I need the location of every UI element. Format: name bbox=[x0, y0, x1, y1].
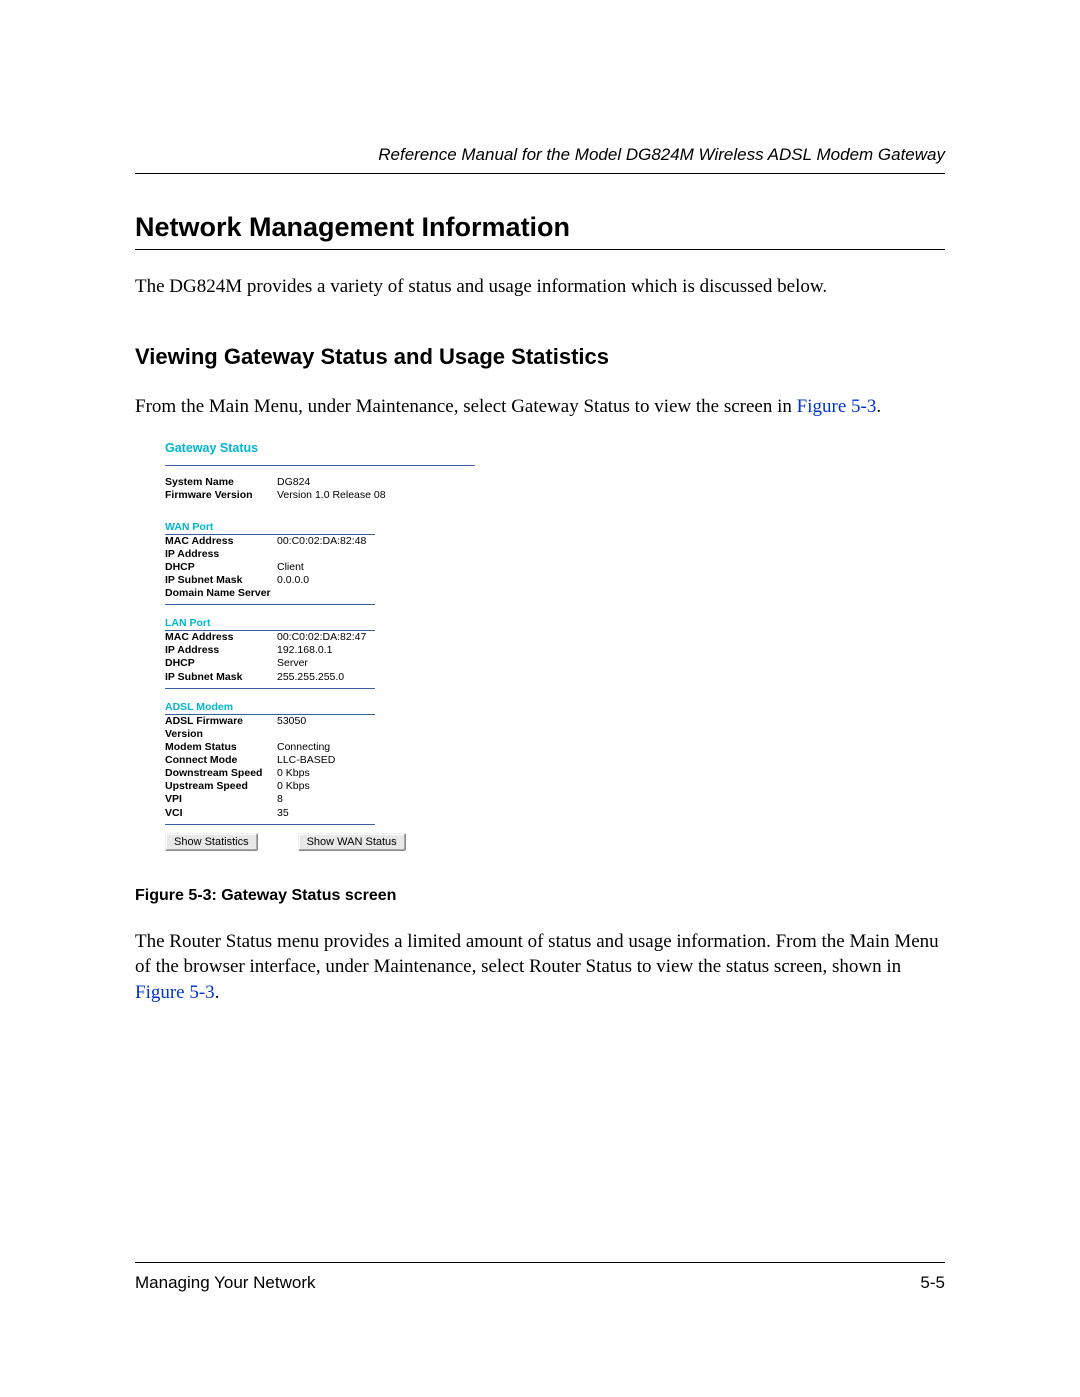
footer-page-number: 5-5 bbox=[920, 1273, 945, 1293]
value-modem-status: Connecting bbox=[277, 741, 475, 754]
value-lan-mac: 00:C0:02:DA:82:47 bbox=[277, 631, 475, 644]
text: . bbox=[215, 982, 220, 1003]
label-system-name: System Name bbox=[165, 476, 277, 489]
intro-paragraph: The DG824M provides a variety of status … bbox=[135, 274, 945, 300]
label-adsl-fw: ADSL Firmware Version bbox=[165, 715, 277, 741]
label-lan-dhcp: DHCP bbox=[165, 657, 277, 670]
value-wan-ip bbox=[277, 548, 475, 561]
label-wan-mask: IP Subnet Mask bbox=[165, 574, 277, 587]
figure-caption: Figure 5-3: Gateway Status screen bbox=[135, 887, 945, 905]
gateway-status-screenshot: Gateway Status System NameDG824 Firmware… bbox=[165, 441, 475, 850]
text: From the Main Menu, under Maintenance, s… bbox=[135, 396, 797, 417]
adsl-modem-heading: ADSL Modem bbox=[165, 701, 375, 715]
show-wan-status-button[interactable]: Show WAN Status bbox=[298, 833, 406, 851]
value-lan-ip: 192.168.0.1 bbox=[277, 644, 475, 657]
figure-reference-link[interactable]: Figure 5-3 bbox=[797, 396, 877, 417]
value-connect-mode: LLC-BASED bbox=[277, 754, 475, 767]
value-adsl-fw: 53050 bbox=[277, 715, 475, 741]
divider bbox=[165, 604, 375, 605]
value-vpi: 8 bbox=[277, 793, 475, 806]
label-lan-mac: MAC Address bbox=[165, 631, 277, 644]
value-downstream: 0 Kbps bbox=[277, 767, 475, 780]
label-wan-mac: MAC Address bbox=[165, 535, 277, 548]
show-statistics-button[interactable]: Show Statistics bbox=[165, 833, 258, 851]
label-vci: VCI bbox=[165, 807, 277, 820]
label-downstream: Downstream Speed bbox=[165, 767, 277, 780]
value-system-name: DG824 bbox=[277, 476, 475, 489]
figure-reference-link[interactable]: Figure 5-3 bbox=[135, 982, 215, 1003]
label-connect-mode: Connect Mode bbox=[165, 754, 277, 767]
text: . bbox=[876, 396, 881, 417]
wan-port-heading: WAN Port bbox=[165, 521, 375, 535]
value-lan-dhcp: Server bbox=[277, 657, 475, 670]
text: The Router Status menu provides a limite… bbox=[135, 931, 939, 978]
label-lan-ip: IP Address bbox=[165, 644, 277, 657]
running-header: Reference Manual for the Model DG824M Wi… bbox=[135, 145, 945, 174]
paragraph: The Router Status menu provides a limite… bbox=[135, 929, 945, 1006]
label-vpi: VPI bbox=[165, 793, 277, 806]
lan-port-heading: LAN Port bbox=[165, 617, 375, 631]
value-wan-mac: 00:C0:02:DA:82:48 bbox=[277, 535, 475, 548]
section-heading: Network Management Information bbox=[135, 212, 945, 250]
panel-title: Gateway Status bbox=[165, 441, 475, 466]
value-upstream: 0 Kbps bbox=[277, 780, 475, 793]
label-modem-status: Modem Status bbox=[165, 741, 277, 754]
value-wan-mask: 0.0.0.0 bbox=[277, 574, 475, 587]
value-wan-dhcp: Client bbox=[277, 561, 475, 574]
divider bbox=[165, 824, 375, 825]
paragraph: From the Main Menu, under Maintenance, s… bbox=[135, 394, 945, 420]
label-upstream: Upstream Speed bbox=[165, 780, 277, 793]
label-wan-dns: Domain Name Server bbox=[165, 587, 277, 600]
label-firmware-version: Firmware Version bbox=[165, 489, 277, 502]
divider bbox=[165, 688, 375, 689]
footer-chapter-title: Managing Your Network bbox=[135, 1273, 316, 1293]
subsection-heading: Viewing Gateway Status and Usage Statist… bbox=[135, 344, 945, 370]
value-lan-mask: 255.255.255.0 bbox=[277, 671, 475, 684]
label-wan-dhcp: DHCP bbox=[165, 561, 277, 574]
value-wan-dns bbox=[277, 587, 475, 600]
value-vci: 35 bbox=[277, 807, 475, 820]
value-firmware-version: Version 1.0 Release 08 bbox=[277, 489, 475, 502]
label-wan-ip: IP Address bbox=[165, 548, 277, 561]
label-lan-mask: IP Subnet Mask bbox=[165, 671, 277, 684]
